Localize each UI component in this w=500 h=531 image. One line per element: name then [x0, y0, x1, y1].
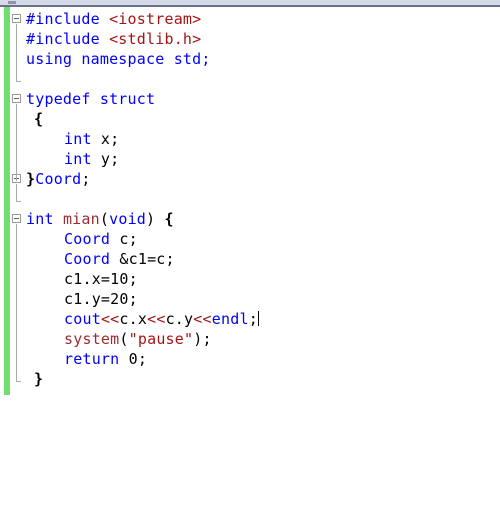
code-line-17[interactable]: system("pause"); [26, 329, 496, 349]
fold-marker-typedef-struct[interactable] [12, 94, 21, 103]
code-token-op: << [193, 310, 212, 328]
code-token-plain: c.x [119, 310, 148, 328]
code-token-plain: c.y [165, 310, 194, 328]
code-line-13[interactable]: Coord &c1=c; [26, 249, 496, 269]
code-token-plain: ( [119, 330, 129, 348]
code-token-brace: } [26, 170, 36, 188]
code-editor-pane[interactable]: #include <iostream> #include <stdlib.h> us… [0, 7, 500, 531]
code-line-7[interactable]: int x; [26, 129, 496, 149]
fold-connector-line-3 [16, 184, 17, 201]
fold-marker-main-function[interactable] [12, 214, 21, 223]
fold-connector-line-2 [16, 104, 17, 181]
code-token-plain: &c1=c; [110, 250, 175, 268]
code-token-plain: y; [91, 150, 120, 168]
code-line-5[interactable]: typedef struct [26, 89, 496, 109]
fold-connector-foot-1 [16, 81, 21, 82]
code-token-op: << [100, 310, 120, 328]
toolbar-handle[interactable] [8, 1, 16, 4]
code-line-18[interactable]: return 0; [26, 349, 496, 369]
code-token-kw: int [64, 130, 92, 148]
code-token-kw: int [64, 150, 92, 168]
code-token-kw: using namespace std; [26, 50, 211, 68]
code-line-19[interactable]: } [26, 369, 496, 389]
code-token-plain: c1.x=10; [64, 270, 138, 288]
fold-connector-foot-4 [16, 381, 21, 382]
code-token-plain: x; [91, 130, 120, 148]
code-token-kw: Coord [64, 250, 111, 268]
code-token-kw: int [26, 210, 54, 228]
code-token-brace: { [164, 210, 174, 228]
text-caret [257, 311, 259, 326]
code-token-hdr: <stdlib.h> [109, 30, 202, 48]
code-token-plain: 0; [119, 350, 148, 368]
code-line-1[interactable]: #include <iostream> [26, 9, 496, 29]
fold-connector-line-4 [16, 224, 17, 381]
code-line-10[interactable] [26, 189, 496, 209]
code-token-pp: #include [26, 30, 110, 48]
code-token-plain: c1.y=20; [64, 290, 138, 308]
code-token-plain: ; [248, 310, 258, 328]
code-token-kw: Coord [35, 170, 82, 188]
code-token-plain: ( [99, 210, 110, 228]
fold-marker-include-block[interactable] [12, 14, 21, 23]
code-token-kw: return [64, 350, 120, 368]
code-folding-gutter[interactable] [10, 7, 24, 531]
code-line-15[interactable]: c1.y=20; [26, 289, 496, 309]
code-token-plain: ) [146, 210, 156, 228]
code-token-brace: } [34, 370, 44, 388]
code-token-fn: system [64, 330, 120, 348]
code-line-12[interactable]: Coord c; [26, 229, 496, 249]
code-line-8[interactable]: int y; [26, 149, 496, 169]
code-token-kw: typedef struct [26, 90, 156, 108]
code-token-str: "pause" [128, 330, 194, 348]
code-line-2[interactable]: #include <stdlib.h> [26, 29, 496, 49]
code-line-9[interactable]: }Coord; [26, 169, 496, 189]
code-line-11[interactable]: int mian(void) { [26, 209, 496, 229]
code-token-fn: mian [62, 210, 100, 228]
code-token-hdr: <iostream> [109, 10, 202, 28]
code-token-plain: ; [202, 330, 212, 348]
code-token-kw: cout [64, 310, 101, 328]
code-line-14[interactable]: c1.x=10; [26, 269, 496, 289]
code-token-kw: endl [211, 310, 249, 328]
fold-connector-foot-3 [16, 201, 21, 202]
code-token-brace: { [34, 110, 44, 128]
code-line-6[interactable]: { [26, 109, 496, 129]
code-line-3[interactable]: using namespace std; [26, 49, 496, 69]
code-token-plain: c; [110, 230, 138, 248]
code-token-plain: ; [81, 170, 91, 188]
code-text-area[interactable]: #include <iostream> #include <stdlib.h> us… [26, 9, 496, 389]
code-token-kw: Coord [64, 230, 111, 248]
code-token-pp: #include [26, 10, 110, 28]
code-token-kw: void [109, 210, 147, 228]
code-line-16[interactable]: cout<<c.x<<c.y<<endl; [26, 309, 496, 329]
fold-connector-line-1 [16, 24, 17, 81]
code-token-op: << [147, 310, 166, 328]
code-line-4[interactable] [26, 69, 496, 89]
